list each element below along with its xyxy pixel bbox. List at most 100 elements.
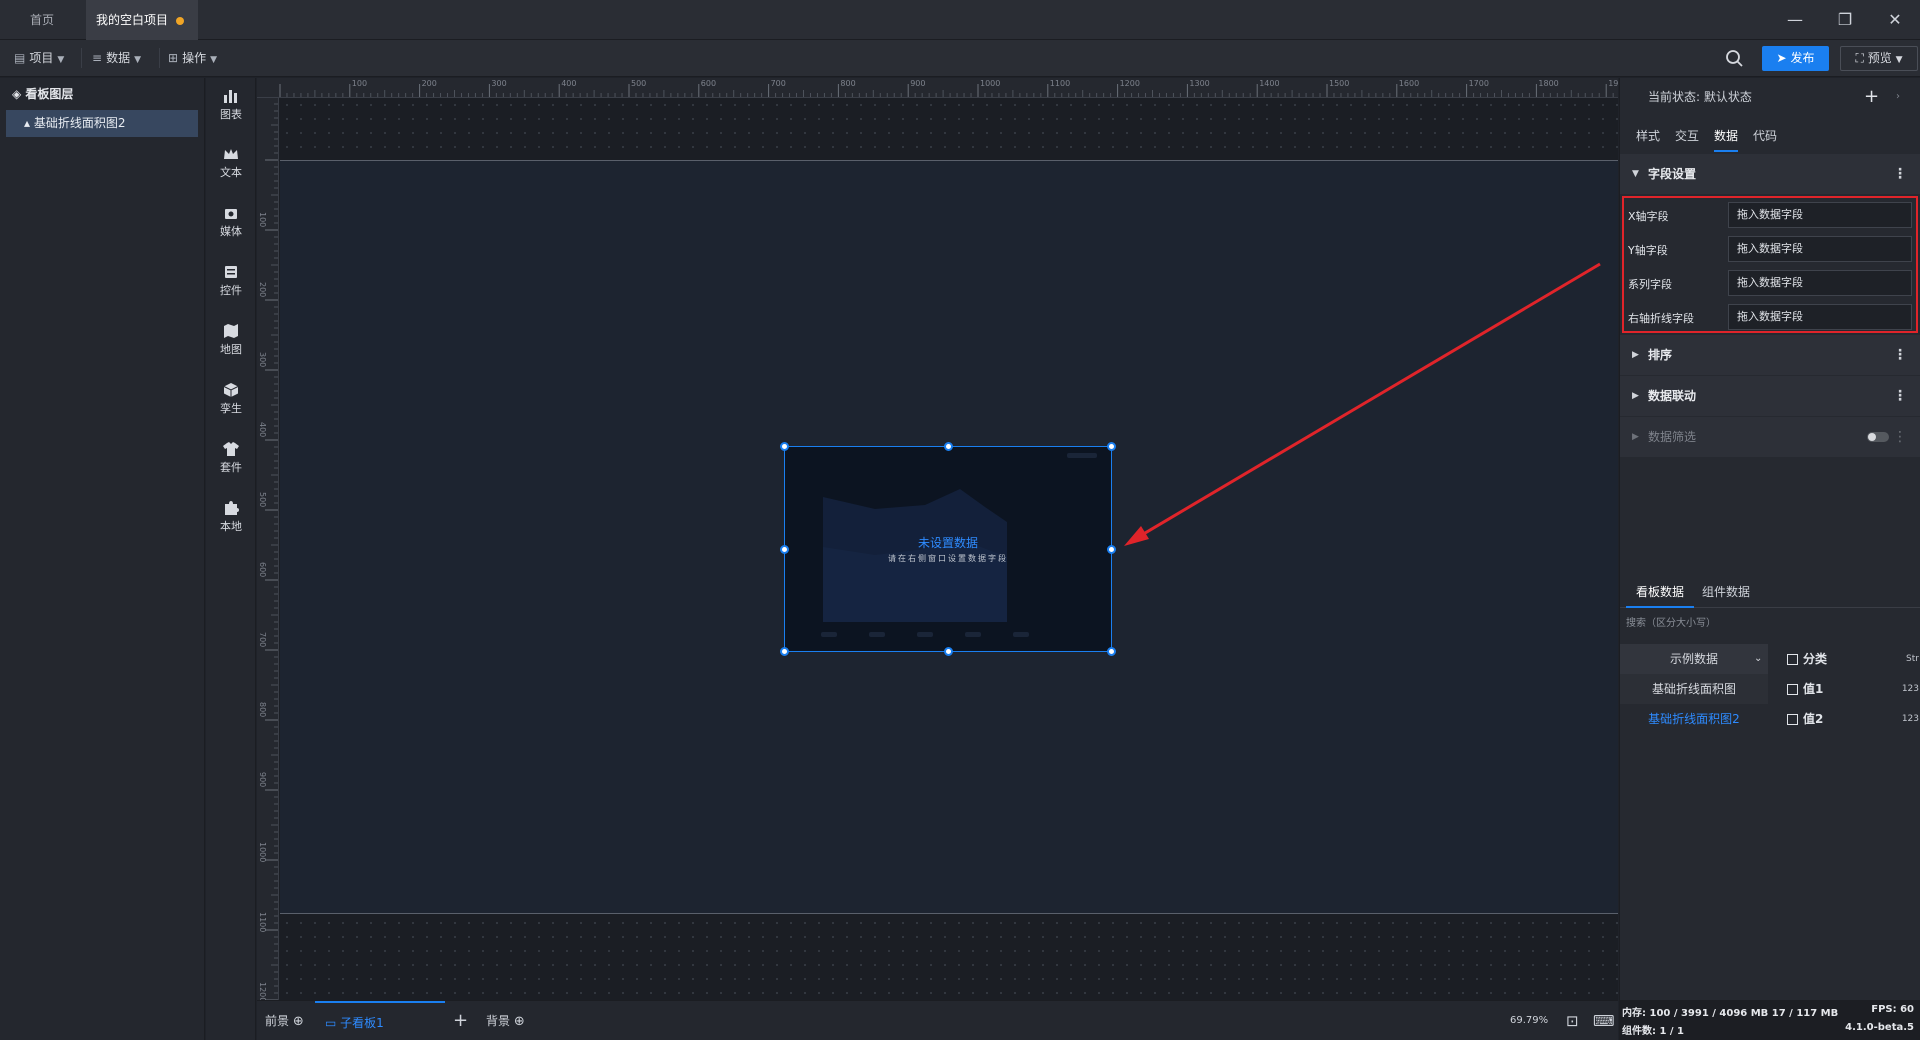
data-column[interactable]: 分类 Str (1785, 644, 1920, 674)
tab-sub-board[interactable]: ▭ 子看板1 (315, 1001, 445, 1040)
rail-item-controls[interactable]: 控件 (206, 264, 256, 298)
state-value[interactable]: 默认状态 (1704, 90, 1752, 104)
ruler-tick-label: 900 (258, 772, 267, 788)
menu-project-label: 项目 (29, 51, 54, 65)
publish-button[interactable]: ➤ 发布 (1762, 46, 1829, 71)
checkbox[interactable] (1787, 654, 1798, 665)
tab-project[interactable]: 我的空白项目 (86, 0, 198, 40)
cube-icon (223, 383, 239, 397)
bar-chart-icon (224, 90, 237, 103)
section-field-settings[interactable]: ▼ 字段设置 ⋮ (1620, 154, 1920, 194)
data-column[interactable]: 值1 123 (1785, 674, 1920, 704)
data-source-item-selected[interactable]: 基础折线面积图2 (1620, 704, 1768, 734)
checkbox[interactable] (1787, 714, 1798, 725)
add-circle-icon[interactable]: ⊕ (514, 1014, 525, 1029)
x-field-drop[interactable]: 拖入数据字段 (1728, 202, 1912, 228)
rail-label: 地图 (220, 343, 242, 356)
add-circle-icon[interactable]: ⊕ (293, 1014, 304, 1029)
data-source-group[interactable]: 示例数据 ⌄ (1620, 644, 1768, 674)
resize-handle[interactable] (944, 647, 953, 656)
chart-widget[interactable]: 未设置数据 请在右侧窗口设置数据字段 (780, 442, 1116, 656)
ruler-tick-label: 1100 (258, 912, 267, 933)
field-row-right-axis: 右轴折线字段 拖入数据字段 (1624, 300, 1916, 334)
chevron-down-icon: ▼ (134, 55, 141, 65)
filter-toggle[interactable] (1867, 432, 1889, 442)
ruler-tick-label: 1200 (258, 982, 267, 1000)
caret-down-icon: ▼ (1632, 169, 1639, 179)
more-vertical-icon[interactable]: ⋮ (1893, 417, 1907, 457)
ruler-tick-label: 300 (258, 352, 267, 368)
data-source-item[interactable]: 基础折线面积图 (1620, 674, 1768, 704)
chevron-right-icon[interactable]: › (1896, 78, 1900, 116)
ruler-tick-label: 200 (421, 79, 437, 88)
puzzle-icon (225, 501, 239, 515)
preview-label: 预览 (1867, 51, 1892, 65)
close-icon[interactable]: ✕ (1870, 0, 1920, 40)
add-state-icon[interactable]: + (1864, 78, 1879, 116)
ruler-tick-label: 1000 (258, 842, 267, 863)
minimize-icon[interactable]: — (1770, 0, 1820, 40)
rail-item-local[interactable]: 本地 (206, 500, 256, 534)
layer-panel-header: ◈ 看板图层 (0, 78, 204, 110)
section-data-linkage[interactable]: ▶ 数据联动 ⋮ (1620, 376, 1920, 416)
tab-data[interactable]: 数据 (1714, 120, 1739, 152)
divider (81, 48, 82, 68)
right-axis-field-drop[interactable]: 拖入数据字段 (1728, 304, 1912, 330)
resize-handle[interactable] (780, 647, 789, 656)
tab-interaction[interactable]: 交互 (1675, 120, 1699, 152)
tab-board-data[interactable]: 看板数据 (1626, 576, 1695, 608)
zoom-level[interactable]: 69.79% (1510, 1001, 1548, 1040)
tab-background[interactable]: 背景 ⊕ (486, 1001, 525, 1040)
more-vertical-icon[interactable]: ⋮ (1893, 154, 1907, 194)
field-row-x: X轴字段 拖入数据字段 (1624, 198, 1916, 232)
resize-handle[interactable] (780, 545, 789, 554)
resize-handle[interactable] (780, 442, 789, 451)
y-field-drop[interactable]: 拖入数据字段 (1728, 236, 1912, 262)
layer-item[interactable]: ▴ 基础折线面积图2 (6, 110, 198, 137)
resize-handle[interactable] (1107, 545, 1116, 554)
menu-project[interactable]: ▤ 项目 ▼ (14, 40, 64, 77)
data-column[interactable]: 值2 123 (1785, 704, 1920, 734)
search-button[interactable] (1722, 46, 1746, 70)
ruler-tick-label: 1000 (980, 79, 1001, 88)
tab-home[interactable]: 首页 (0, 0, 84, 40)
resize-handle[interactable] (944, 442, 953, 451)
tab-code[interactable]: 代码 (1753, 120, 1777, 152)
widget-subtitle: 请在右侧窗口设置数据字段 (888, 554, 1008, 563)
restore-icon[interactable]: ❐ (1820, 0, 1870, 40)
rail-label: 本地 (220, 520, 242, 533)
more-vertical-icon[interactable]: ⋮ (1893, 376, 1907, 416)
widget-title: 未设置数据 (917, 536, 978, 550)
menu-data[interactable]: ≡ 数据 ▼ (92, 40, 141, 77)
tab-component-data[interactable]: 组件数据 (1702, 576, 1750, 608)
resize-handle[interactable] (1107, 442, 1116, 451)
tab-style[interactable]: 样式 (1636, 120, 1660, 152)
rail-item-twin[interactable]: 孪生 (206, 382, 256, 416)
checkbox[interactable] (1787, 684, 1798, 695)
rail-item-chart[interactable]: 图表 (206, 88, 256, 122)
more-vertical-icon[interactable]: ⋮ (1893, 335, 1907, 375)
state-label: 当前状态: (1648, 90, 1701, 104)
menu-operate[interactable]: ⊞ 操作 ▼ (168, 40, 217, 77)
ruler-tick-label: 900 (910, 79, 926, 88)
rail-item-map[interactable]: 地图 (206, 323, 256, 357)
rail-item-media[interactable]: 媒体 (206, 205, 256, 239)
add-board-icon[interactable]: + (453, 1001, 468, 1040)
rail-item-kit[interactable]: 套件 (206, 441, 256, 475)
keyboard-icon[interactable]: ⌨ (1593, 1001, 1615, 1040)
canvas-area[interactable]: 100 200 300 400 500 600 700 800 900 1000 1100 1200 1… (257, 78, 1618, 1000)
section-sort[interactable]: ▶ 排序 ⋮ (1620, 335, 1920, 375)
section-data-filter[interactable]: ▶ 数据筛选 ⋮ (1620, 417, 1920, 457)
series-field-drop[interactable]: 拖入数据字段 (1728, 270, 1912, 296)
tab-foreground[interactable]: 前景 ⊕ (265, 1001, 304, 1040)
caret-right-icon: ▶ (1632, 391, 1639, 401)
ruler-tick-label: 100 (258, 212, 267, 228)
field-label: X轴字段 (1628, 210, 1669, 223)
rail-label: 图表 (220, 108, 242, 121)
preview-button[interactable]: ⛶ 预览 ▼ (1840, 46, 1918, 71)
rail-item-text[interactable]: 文本 (206, 146, 256, 180)
resize-handle[interactable] (1107, 647, 1116, 656)
ruler-tick-label: 1100 (1049, 79, 1071, 88)
data-search-input[interactable]: 搜索（区分大小写） (1626, 614, 1716, 629)
fit-screen-icon[interactable]: ⊡ (1566, 1001, 1579, 1040)
